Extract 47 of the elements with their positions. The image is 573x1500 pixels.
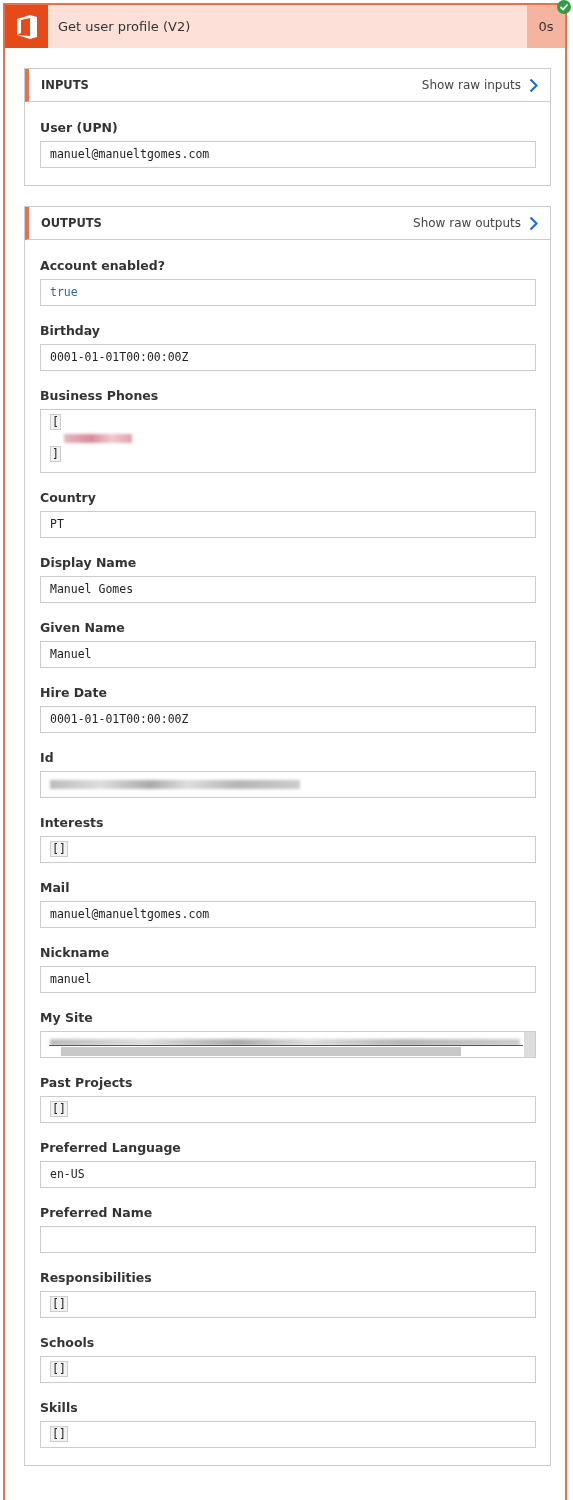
empty-array: [] — [50, 841, 68, 857]
section-title: INPUTS — [41, 78, 89, 92]
field-label: Schools — [40, 1335, 96, 1350]
field-value: PT — [50, 517, 64, 531]
field-label: Id — [40, 750, 55, 765]
empty-array: [] — [50, 1426, 68, 1442]
field-label: Preferred Language — [40, 1140, 182, 1155]
field-label: Nickname — [40, 945, 111, 960]
field-label: Skills — [40, 1400, 79, 1415]
field-label: Hire Date — [40, 685, 108, 700]
field-value: manuel@manueltgomes.com — [50, 907, 210, 921]
field-label: User (UPN) — [40, 120, 119, 135]
field-label: Business Phones — [40, 388, 160, 403]
empty-array: [] — [50, 1296, 68, 1312]
show-raw-link[interactable]: Show raw inputs — [421, 77, 538, 93]
empty-array: [] — [50, 1361, 68, 1377]
action-title: Get user profile (V2) — [57, 18, 192, 36]
field-value: manuel@manueltgomes.com — [50, 147, 210, 161]
field-value: Manuel Gomes — [50, 582, 134, 596]
field-value: Manuel — [50, 647, 92, 661]
field-label: Mail — [40, 880, 71, 895]
field-label: Responsibilities — [40, 1270, 153, 1285]
show-raw-link[interactable]: Show raw outputs — [413, 215, 538, 231]
redacted-value — [64, 434, 132, 443]
field-value: 0001-01-01T00:00:00Z — [50, 712, 189, 726]
field-label: Display Name — [40, 555, 138, 570]
field-value: en-US — [50, 1167, 85, 1181]
field-label: My Site — [40, 1010, 94, 1025]
chevron-right-icon — [529, 77, 538, 93]
action-header[interactable]: Get user profile (V2) 0s — [5, 5, 565, 48]
bracket: ] — [50, 446, 61, 462]
office-logo-icon — [14, 13, 39, 40]
field-value: true — [50, 285, 78, 299]
field-label: Country — [40, 490, 97, 505]
empty-array: [] — [50, 1101, 68, 1117]
section-title: OUTPUTS — [41, 216, 102, 230]
field-label: Birthday — [40, 323, 101, 338]
duration-badge: 0s — [527, 5, 565, 48]
field-label: Past Projects — [40, 1075, 134, 1090]
field-value: 0001-01-01T00:00:00Z — [50, 350, 189, 364]
field-label: Given Name — [40, 620, 126, 635]
field-label: Interests — [40, 815, 105, 830]
bracket: [ — [50, 414, 61, 430]
field-value: manuel — [50, 972, 92, 986]
chevron-right-icon — [529, 215, 538, 231]
field-label: Account enabled? — [40, 258, 166, 273]
field-label: Preferred Name — [40, 1205, 154, 1220]
